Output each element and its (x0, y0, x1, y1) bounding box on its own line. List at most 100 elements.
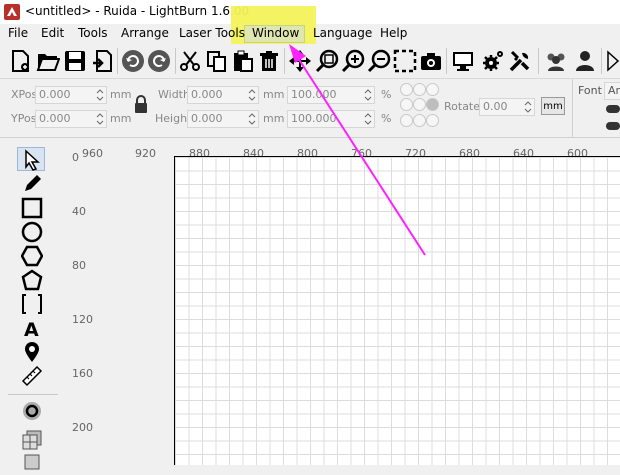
width-input[interactable]: 0.000 (187, 86, 259, 104)
rotate-label: Rotate (444, 100, 481, 113)
anchor-bottom-right[interactable] (426, 114, 439, 127)
measure-ruler-icon[interactable] (21, 365, 43, 387)
menu-laser-tools[interactable]: Laser Tools (179, 26, 245, 40)
import-icon[interactable] (91, 49, 115, 73)
menu-language[interactable]: Language (313, 26, 372, 40)
tools-icon[interactable] (508, 49, 532, 73)
spin-arrows-icon[interactable] (96, 87, 104, 103)
height-input[interactable]: 0.000 (187, 110, 259, 128)
paste-icon[interactable] (231, 49, 255, 73)
polygon-icon[interactable] (21, 245, 43, 267)
ypos-value: 0.000 (39, 112, 71, 125)
polyline-icon[interactable] (21, 269, 43, 291)
ypos-unit: mm (110, 112, 132, 125)
font-label: Font (578, 84, 602, 97)
undo-icon[interactable] (121, 49, 145, 73)
spin-arrows-icon[interactable] (524, 99, 532, 115)
ruler-label: 920 (135, 147, 156, 160)
lock-icon[interactable] (133, 94, 149, 114)
cut-icon[interactable] (178, 49, 202, 73)
ypos-input[interactable]: 0.000 (35, 110, 107, 128)
toolbar-separator (446, 48, 447, 74)
font-toggle-1[interactable] (606, 105, 620, 113)
spin-arrows-icon[interactable] (364, 111, 372, 127)
width-value: 0.000 (191, 88, 223, 101)
menu-tools[interactable]: Tools (78, 26, 108, 40)
zoom-in-icon[interactable] (341, 49, 365, 73)
settings-icon[interactable] (481, 49, 505, 73)
ruler-label: 960 (82, 147, 103, 160)
xpos-input[interactable]: 0.000 (35, 86, 107, 104)
anchor-middle-left[interactable] (400, 98, 413, 111)
menu-window[interactable]: Window (252, 26, 299, 40)
menu-edit[interactable]: Edit (41, 26, 64, 40)
camera-icon[interactable] (419, 49, 443, 73)
scale-x-input[interactable]: 100.000 (287, 86, 375, 104)
circular-array-icon[interactable] (21, 453, 43, 475)
users-icon[interactable] (544, 49, 568, 73)
tools-divider (8, 394, 58, 395)
spin-arrows-icon[interactable] (364, 87, 372, 103)
anchor-top-center[interactable] (413, 83, 426, 96)
monitor-icon[interactable] (451, 49, 475, 73)
redo-icon[interactable] (147, 49, 171, 73)
save-icon[interactable] (63, 49, 87, 73)
delete-icon[interactable] (257, 49, 281, 73)
ruler-label: 0 (72, 151, 79, 164)
array-grid-icon[interactable] (21, 429, 43, 451)
anchor-top-left[interactable] (400, 83, 413, 96)
move-icon[interactable] (288, 49, 312, 73)
anchor-center[interactable] (413, 98, 426, 111)
ellipse-icon[interactable] (21, 221, 43, 243)
anchor-top-right[interactable] (426, 83, 439, 96)
font-toggle-2[interactable] (606, 122, 620, 130)
position-marker-icon[interactable] (21, 341, 43, 363)
anchor-bottom-center[interactable] (413, 114, 426, 127)
spin-arrows-icon[interactable] (96, 111, 104, 127)
scale-y-input[interactable]: 100.000 (287, 110, 375, 128)
ruler-label: 200 (72, 421, 93, 434)
rotate-value: 0.00 (483, 100, 508, 113)
open-icon[interactable] (36, 49, 60, 73)
text-icon[interactable]: A (21, 317, 43, 339)
scale-x-value: 100.000 (291, 88, 337, 101)
spin-arrows-icon[interactable] (248, 111, 256, 127)
workspace-grid[interactable] (174, 156, 620, 465)
anchor-bottom-left[interactable] (400, 114, 413, 127)
toolbar-separator (117, 48, 118, 74)
width-label: Width (158, 88, 190, 101)
font-select[interactable]: Ari (604, 82, 620, 100)
ruler-label: 80 (72, 259, 86, 272)
height-unit: mm (263, 112, 285, 125)
pencil-icon[interactable] (21, 173, 43, 195)
user-icon[interactable] (573, 49, 597, 73)
zoom-frame-icon[interactable] (393, 49, 417, 73)
ruler-label: 120 (72, 313, 93, 326)
select-arrow-icon[interactable] (21, 149, 43, 171)
rectangle-icon[interactable] (21, 197, 43, 219)
ruler-label: 160 (72, 367, 93, 380)
zoom-out-icon[interactable] (367, 49, 391, 73)
menu-bar: File Edit Tools Arrange Laser Tools Wind… (0, 24, 620, 44)
xpos-value: 0.000 (39, 88, 71, 101)
divider (572, 79, 573, 137)
height-value: 0.000 (191, 112, 223, 125)
rotate-input[interactable]: 0.00 (479, 98, 535, 116)
menu-arrange[interactable]: Arrange (121, 26, 169, 40)
creation-tools-panel: A (0, 138, 66, 470)
ruler-label: 40 (72, 205, 86, 218)
menu-file[interactable]: File (8, 26, 28, 40)
spin-arrows-icon[interactable] (248, 87, 256, 103)
weld-icon[interactable] (21, 400, 43, 422)
copy-icon[interactable] (205, 49, 229, 73)
send-icon[interactable] (606, 49, 620, 73)
offset-icon[interactable] (21, 293, 43, 315)
new-file-icon[interactable] (8, 49, 32, 73)
menu-help[interactable]: Help (380, 26, 407, 40)
anchor-middle-right[interactable] (426, 98, 439, 111)
width-unit: mm (263, 88, 285, 101)
main-toolbar (0, 44, 620, 79)
units-toggle-button[interactable]: mm (541, 97, 565, 115)
toolbar-separator (284, 48, 285, 74)
zoom-page-icon[interactable] (315, 49, 339, 73)
